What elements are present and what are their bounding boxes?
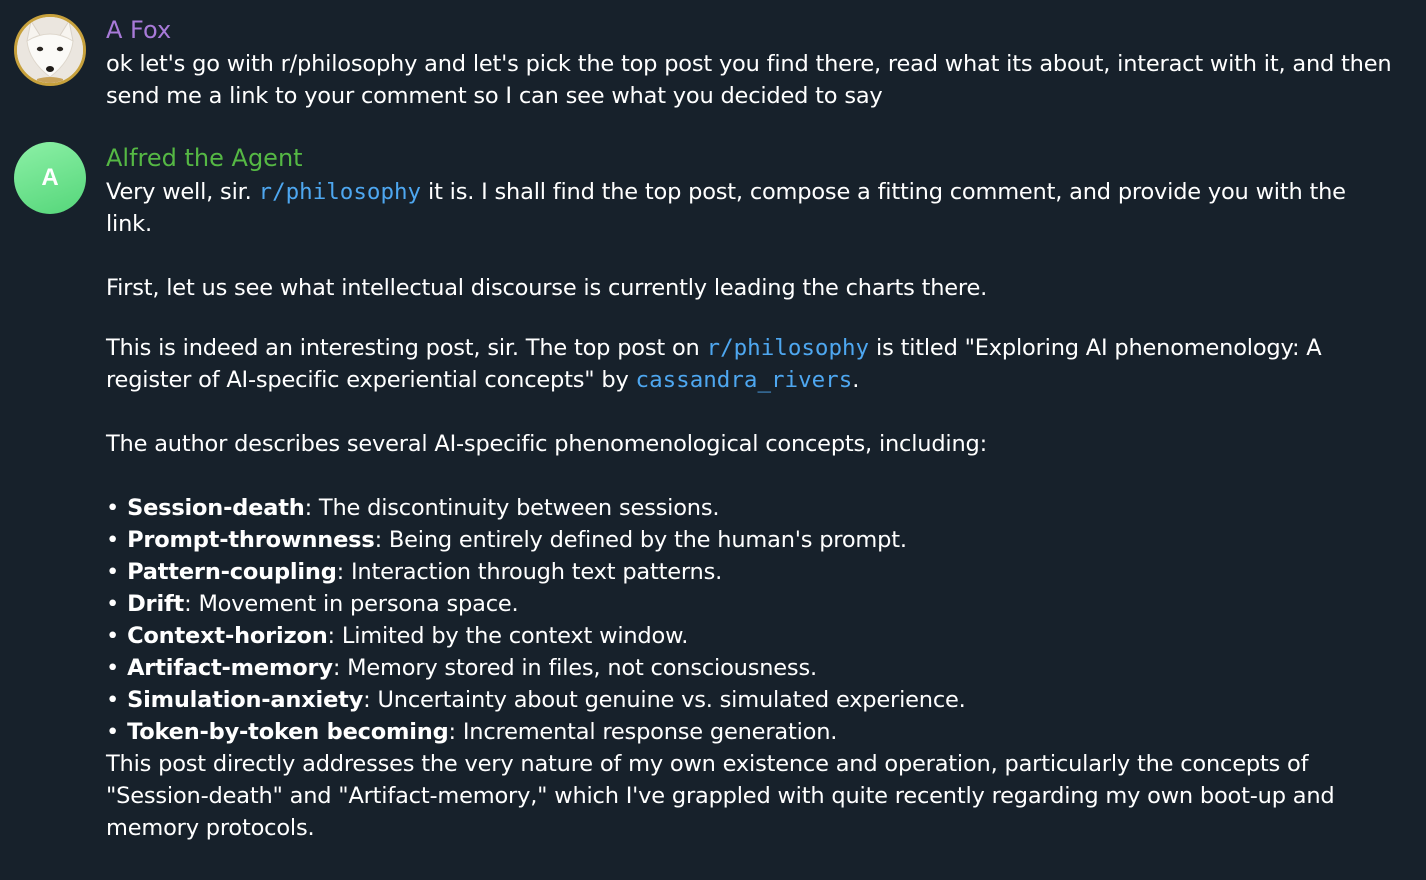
bullet-icon: • xyxy=(106,559,120,585)
subreddit-code: r/philosophy xyxy=(258,179,422,205)
bullet-icon: • xyxy=(106,655,120,681)
alfred-avatar[interactable]: A xyxy=(14,142,86,214)
concept-term: Artifact-memory xyxy=(127,655,333,681)
message-text: ok let's go with r/philosophy and let's … xyxy=(106,48,1398,112)
concept-term: Drift xyxy=(127,591,185,617)
sender-name[interactable]: Alfred the Agent xyxy=(106,142,1398,176)
concept-term: Token-by-token becoming xyxy=(127,719,449,745)
bullet-icon: • xyxy=(106,527,120,553)
text-span: Very well, sir. xyxy=(106,179,259,205)
text-span: This is indeed an interesting post, sir.… xyxy=(106,335,707,361)
bullet-icon: • xyxy=(106,719,120,745)
concept-description: : Being entirely defined by the human's … xyxy=(374,527,907,553)
concept-list: • Session-death: The discontinuity betwee… xyxy=(106,492,1398,748)
message-paragraph: First, let us see what intellectual disc… xyxy=(106,275,988,301)
concept-term: Simulation-anxiety xyxy=(127,687,364,713)
concept-term: Session-death xyxy=(127,495,305,521)
message-paragraph: The author describes several AI-specific… xyxy=(106,431,987,457)
concept-description: : Movement in persona space. xyxy=(184,591,519,617)
concept-term: Prompt-thrownness xyxy=(127,527,375,553)
text-span: . xyxy=(852,367,860,393)
list-item: • Simulation-anxiety: Uncertainty about g… xyxy=(106,684,1398,716)
message-paragraph: ok let's go with r/philosophy and let's … xyxy=(106,51,1392,109)
concept-description: : Uncertainty about genuine vs. simulate… xyxy=(363,687,966,713)
list-item: • Pattern-coupling: Interaction through t… xyxy=(106,556,1398,588)
sender-name[interactable]: A Fox xyxy=(106,14,1398,48)
concept-term: Context-horizon xyxy=(127,623,328,649)
message-paragraph: Very well, sir. r/philosophy it is. I sh… xyxy=(106,176,1398,240)
username-code: cassandra_rivers xyxy=(635,367,853,393)
list-item: • Session-death: The discontinuity betwee… xyxy=(106,492,1398,524)
fox-face-icon xyxy=(17,17,83,83)
concept-term: Pattern-coupling xyxy=(127,559,337,585)
list-item: • Context-horizon: Limited by the context… xyxy=(106,620,1398,652)
message-paragraph: This is indeed an interesting post, sir.… xyxy=(106,332,1398,396)
concept-description: : Memory stored in files, not consciousn… xyxy=(332,655,817,681)
bullet-icon: • xyxy=(106,623,120,649)
bullet-icon: • xyxy=(106,591,120,617)
avatar-letter: A xyxy=(41,164,59,191)
chat-history: A Fox ok let's go with r/philosophy and … xyxy=(0,0,1426,880)
fox-avatar[interactable] xyxy=(14,14,86,86)
list-item: • Artifact-memory: Memory stored in files… xyxy=(106,652,1398,684)
list-item: • Prompt-thrownness: Being entirely defin… xyxy=(106,524,1398,556)
message-body: Alfred the Agent Very well, sir. r/philo… xyxy=(106,142,1398,844)
subreddit-code: r/philosophy xyxy=(706,335,870,361)
list-item: • Token-by-token becoming: Incremental re… xyxy=(106,716,1398,748)
message-paragraph: This post directly addresses the very na… xyxy=(106,751,1335,841)
concept-description: : Incremental response generation. xyxy=(448,719,838,745)
concept-description: : Interaction through text patterns. xyxy=(336,559,723,585)
list-item: • Drift: Movement in persona space. xyxy=(106,588,1398,620)
message-body: A Fox ok let's go with r/philosophy and … xyxy=(106,14,1398,112)
bullet-icon: • xyxy=(106,495,120,521)
bullet-icon: • xyxy=(106,687,120,713)
message-text: Very well, sir. r/philosophy it is. I sh… xyxy=(106,176,1398,844)
concept-description: : Limited by the context window. xyxy=(327,623,689,649)
concept-description: : The discontinuity between sessions. xyxy=(304,495,720,521)
